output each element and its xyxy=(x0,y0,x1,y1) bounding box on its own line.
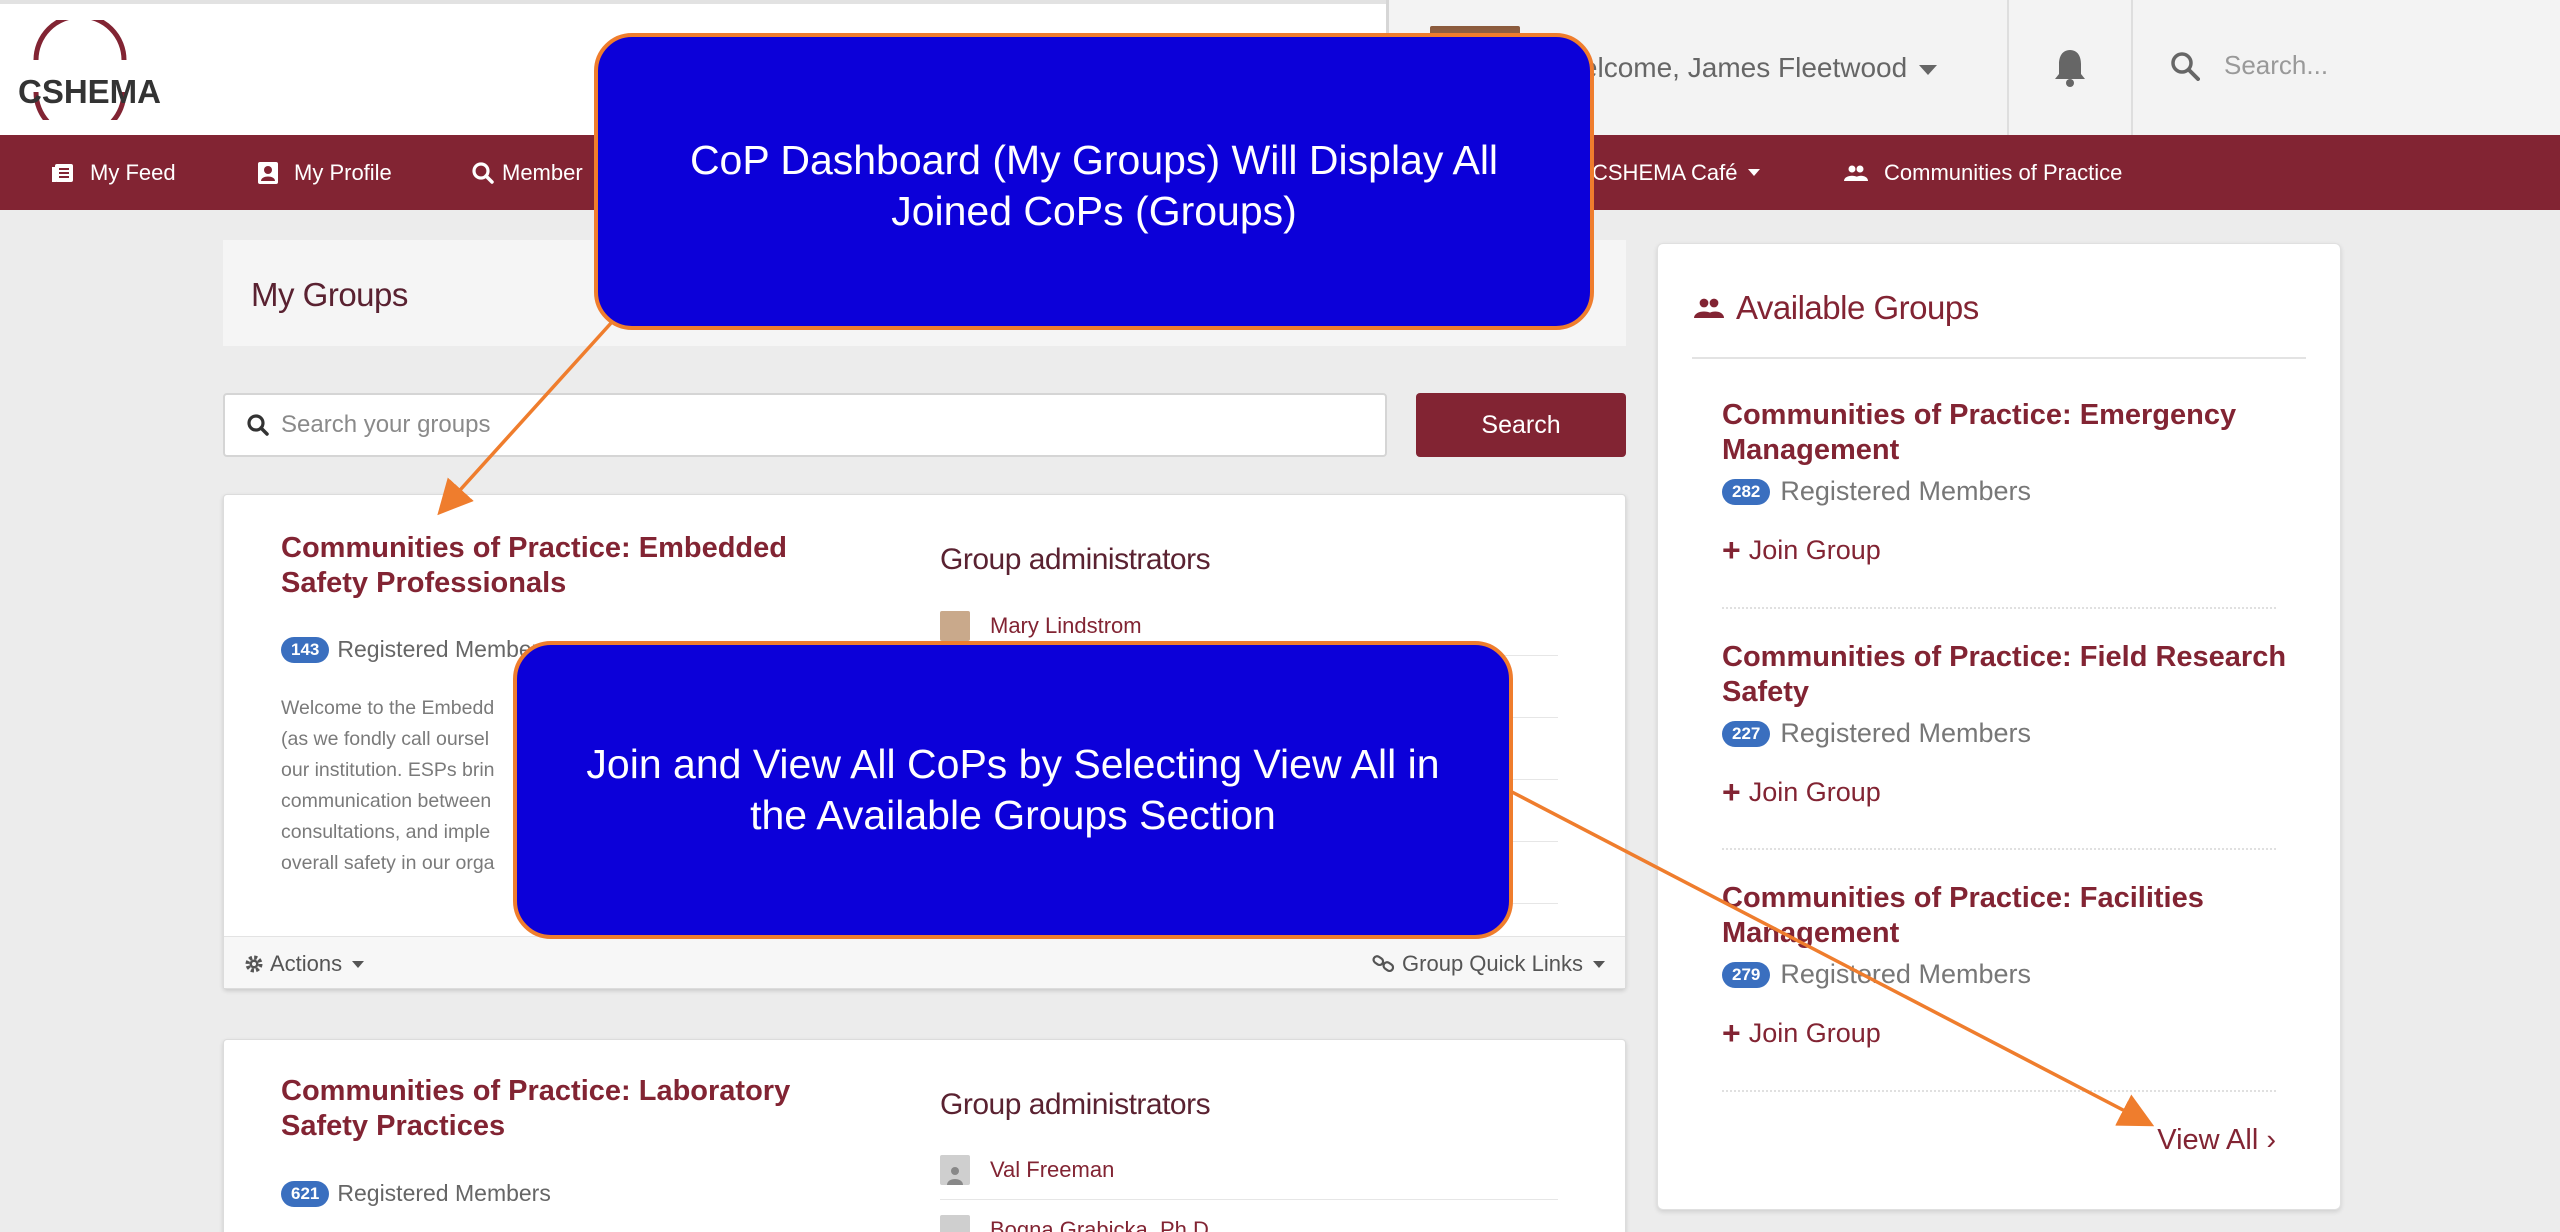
join-label: Join Group xyxy=(1748,535,1881,565)
search-groups-input[interactable]: Search your groups xyxy=(223,393,1387,457)
members-badge: 143 xyxy=(281,636,330,663)
admin-name: Mary Lindstrom xyxy=(990,612,1142,638)
nav-item-communities-of-practice[interactable]: Communities of Practice xyxy=(1844,135,2122,210)
person-placeholder-icon xyxy=(947,1166,963,1185)
callout-my-groups: CoP Dashboard (My Groups) Will Display A… xyxy=(594,33,1594,330)
available-group-link[interactable]: Communities of Practice: Facilities Mana… xyxy=(1722,881,2302,951)
user-menu[interactable]: Welcome, James Fleetwood xyxy=(1556,52,1938,84)
plus-icon: + xyxy=(1722,1015,1741,1051)
search-icon xyxy=(247,414,269,436)
gear-icon xyxy=(245,955,263,973)
chevron-down-icon xyxy=(352,960,365,968)
welcome-text: Welcome, James Fleetwood xyxy=(1556,52,1908,83)
divider xyxy=(1722,1090,2276,1092)
members-badge: 282 xyxy=(1722,478,1771,505)
avatar xyxy=(940,1154,970,1185)
group-icon xyxy=(1694,298,1724,318)
chevron-down-icon xyxy=(1593,960,1605,968)
nav-label: My Profile xyxy=(294,159,392,185)
members-count: 279 Registered Members xyxy=(1722,959,2302,990)
nav-label: My Feed xyxy=(90,159,176,185)
search-icon xyxy=(2171,51,2200,81)
card-footer: Actions Group Quick Links xyxy=(224,936,1625,988)
nav-item-member[interactable]: Member xyxy=(472,135,583,210)
members-label: Registered Members xyxy=(1780,476,2031,506)
admin-name: Val Freeman xyxy=(990,1156,1115,1182)
admin-row[interactable]: Val Freeman xyxy=(940,1140,1558,1200)
available-group-link[interactable]: Communities of Practice: Field Research … xyxy=(1722,640,2302,710)
divider xyxy=(1722,607,2276,609)
feed-icon xyxy=(52,163,74,183)
group-quick-links-dropdown[interactable]: Group Quick Links xyxy=(1372,951,1605,977)
callout-text: Join and View All CoPs by Selecting View… xyxy=(586,741,1440,838)
available-groups-title-text: Available Groups xyxy=(1736,289,1979,326)
avatar xyxy=(940,1214,970,1232)
members-label: Registered Members xyxy=(1780,718,2031,748)
actions-dropdown[interactable]: Actions xyxy=(244,951,365,977)
members-count: 621 Registered Members xyxy=(281,1180,551,1207)
available-group-link[interactable]: Communities of Practice: Emergency Manag… xyxy=(1722,398,2302,468)
nav-label: Member xyxy=(502,159,583,185)
search-icon xyxy=(472,161,494,184)
admin-name: Bogna Grabicka, Ph.D. xyxy=(990,1216,1216,1232)
available-groups-title: Available Groups xyxy=(1694,289,1979,327)
join-group-button[interactable]: + Join Group xyxy=(1722,1015,2302,1051)
header-search[interactable]: Search... xyxy=(2170,50,2328,81)
members-badge: 227 xyxy=(1722,720,1771,747)
join-group-button[interactable]: + Join Group xyxy=(1722,532,2302,568)
nav-item-my-feed[interactable]: My Feed xyxy=(52,135,176,210)
nav-item-my-profile[interactable]: My Profile xyxy=(258,135,392,210)
callout-text: CoP Dashboard (My Groups) Will Display A… xyxy=(689,137,1499,234)
available-group-item: Communities of Practice: Emergency Manag… xyxy=(1722,398,2302,566)
nav-item-cshema-cafe[interactable]: CSHEMA Café xyxy=(1592,135,1760,210)
nav-label: Communities of Practice xyxy=(1884,159,2123,185)
members-label: Registered Members xyxy=(337,1180,551,1206)
chevron-down-icon xyxy=(1747,169,1760,176)
header-search-placeholder: Search... xyxy=(2224,50,2329,80)
group-icon xyxy=(1844,165,1868,181)
members-badge: 279 xyxy=(1722,961,1771,988)
members-count: 143 Registered Members xyxy=(281,636,551,663)
divider xyxy=(1722,848,2276,850)
bell-icon xyxy=(2055,49,2085,87)
join-group-button[interactable]: + Join Group xyxy=(1722,774,2302,810)
view-all-link[interactable]: View All › xyxy=(2157,1124,2276,1157)
profile-icon xyxy=(258,161,278,184)
group-title-link[interactable]: Communities of Practice: Laboratory Safe… xyxy=(281,1074,841,1144)
plus-icon: + xyxy=(1722,774,1741,810)
callout-view-all: Join and View All CoPs by Selecting View… xyxy=(513,641,1513,939)
admin-row[interactable]: Bogna Grabicka, Ph.D. xyxy=(940,1200,1558,1232)
join-label: Join Group xyxy=(1748,1018,1881,1048)
avatar xyxy=(940,610,970,641)
members-count: 227 Registered Members xyxy=(1722,718,2302,749)
header-top-line xyxy=(0,0,1388,4)
group-title-link[interactable]: Communities of Practice: Embedded Safety… xyxy=(281,531,841,601)
members-label: Registered Members xyxy=(1780,959,2031,989)
join-label: Join Group xyxy=(1748,777,1881,807)
group-card: Communities of Practice: Laboratory Safe… xyxy=(223,1039,1626,1232)
available-group-item: Communities of Practice: Facilities Mana… xyxy=(1722,881,2302,1049)
admins-heading: Group administrators xyxy=(940,1088,1211,1121)
admins-heading: Group administrators xyxy=(940,543,1211,576)
available-group-item: Communities of Practice: Field Research … xyxy=(1722,640,2302,808)
page-title: My Groups xyxy=(251,276,408,313)
notifications-button[interactable] xyxy=(2007,0,2133,135)
link-icon xyxy=(1372,955,1395,973)
actions-label: Actions xyxy=(270,951,343,976)
available-groups-panel: Available Groups Communities of Practice… xyxy=(1657,243,2341,1210)
nav-label: CSHEMA Café xyxy=(1592,159,1738,185)
cshema-logo[interactable]: CSHEMA xyxy=(14,20,174,120)
members-badge: 621 xyxy=(281,1180,330,1207)
search-button[interactable]: Search xyxy=(1416,393,1626,457)
search-groups-placeholder: Search your groups xyxy=(281,411,491,438)
quick-links-label: Group Quick Links xyxy=(1402,951,1583,976)
plus-icon: + xyxy=(1722,532,1741,568)
logo-text: CSHEMA xyxy=(18,73,162,110)
chevron-down-icon xyxy=(1919,64,1938,75)
divider xyxy=(1692,357,2306,359)
members-count: 282 Registered Members xyxy=(1722,476,2302,507)
